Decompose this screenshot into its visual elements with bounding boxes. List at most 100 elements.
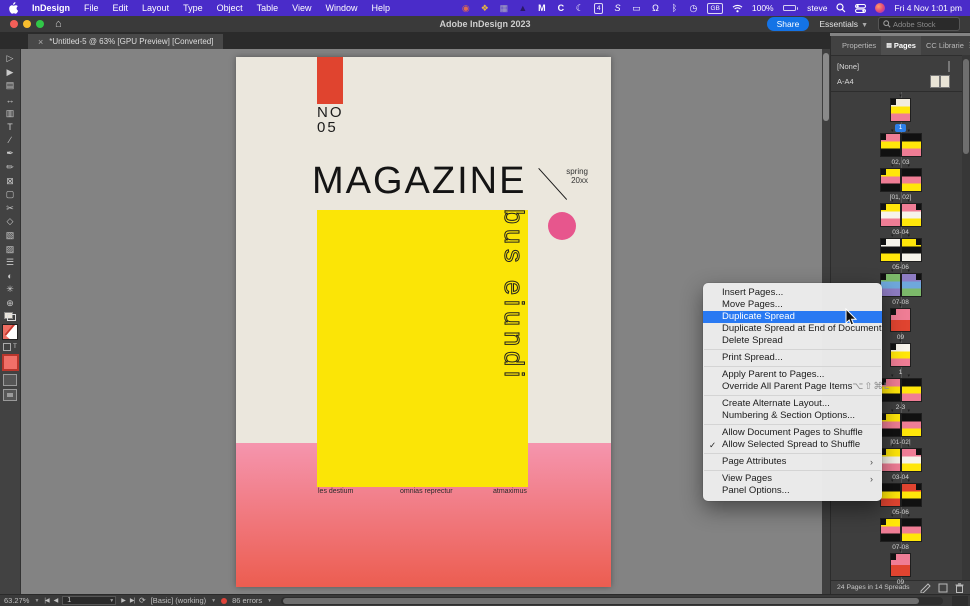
horizontal-scrollbar[interactable] [281,597,943,605]
pages-panel-spread[interactable]: ▾▾03-04 [880,199,922,234]
pages-panel-spread[interactable]: ▾09 [890,549,911,584]
scrollbar-thumb[interactable] [283,598,918,604]
parent-none-row[interactable]: [None] [837,59,964,74]
page-thumbnail-page[interactable] [880,238,901,262]
page-thumbnail-page[interactable] [890,553,911,577]
menu-item-help[interactable]: Help [365,3,398,13]
formatting-affects-row[interactable]: T [3,343,17,351]
page-thumbnail-page[interactable] [880,133,901,157]
gradient-feather-tool-icon[interactable]: ▨ [1,242,20,256]
pencil-tool-icon[interactable]: ✏ [1,161,20,175]
formatting-container-icon[interactable] [3,343,11,351]
content-collector-tool-icon[interactable]: ▥ [1,106,20,120]
page-number-input[interactable] [65,596,109,605]
page-thumbnail-page[interactable] [901,448,922,472]
tab-properties[interactable]: Properties [837,36,881,55]
free-transform-tool-icon[interactable]: ◇ [1,215,20,229]
page-tool-icon[interactable]: ▤ [1,79,20,93]
control-center-icon[interactable] [855,3,866,14]
page-thumbnail-page[interactable] [901,518,922,542]
siri-icon[interactable] [875,3,885,13]
page-thumbnail[interactable] [880,518,922,542]
footer-label[interactable]: omnias reprectur [400,488,453,495]
zoom-tool-icon[interactable]: ⊕ [1,297,20,311]
dark-app-icon[interactable]: ▲ [518,3,528,14]
workspace-switcher[interactable]: Essentials▼ [819,19,868,29]
maestral-icon[interactable]: M [537,3,547,14]
apple-logo-icon[interactable] [8,3,19,14]
footer-label[interactable]: les destium [318,488,353,495]
close-window-button[interactable] [10,20,18,28]
tab-cc-libraries[interactable]: CC Librarie [921,36,969,55]
pages-panel-spread[interactable]: ▾▾07-08 [880,269,922,304]
next-page-button[interactable]: ▶ [121,597,125,604]
frame-tool-icon[interactable]: ⊠ [1,174,20,188]
page-thumbnail[interactable] [890,98,911,122]
yellow-rect-graphic[interactable] [317,210,528,487]
home-icon[interactable]: ⌂ [55,18,62,30]
page-thumbnail-page[interactable] [880,413,901,437]
menu-item-object[interactable]: Object [210,3,250,13]
menu-item-edit[interactable]: Edit [106,3,136,13]
eyedropper-tool-icon[interactable]: ◐ [1,270,20,284]
page-thumbnail[interactable] [880,448,922,472]
page-thumbnail[interactable] [880,413,922,437]
hand-tool-icon[interactable]: ✳ [1,283,20,297]
pages-panel-spread[interactable]: ▾▾07-08 [880,514,922,549]
page-thumbnail[interactable] [880,483,922,507]
page-thumbnail-page[interactable] [901,483,922,507]
display-icon[interactable]: ▭ [631,3,641,14]
tab-pages[interactable]: ▤Pages [881,36,921,55]
page-thumbnail[interactable] [880,238,922,262]
context-menu-item-create-alternate-layout[interactable]: Create Alternate Layout... [703,398,882,410]
menu-item-window[interactable]: Window [318,3,364,13]
document-page[interactable]: NO05 MAGAZINE spring20xx bus eiundi les … [236,57,611,587]
page-thumbnail[interactable] [880,203,922,227]
selection-tool-icon[interactable]: ▷ [1,52,20,66]
page-thumbnail-page[interactable] [890,343,911,367]
masthead-text[interactable]: MAGAZINE [312,160,526,203]
bluetooth-icon[interactable]: ᛒ [669,3,679,14]
do-not-disturb-moon-icon[interactable]: ☾ [575,3,585,14]
share-button[interactable]: Share [767,17,810,31]
menu-item-type[interactable]: Type [176,3,210,13]
preflight-refresh-icon[interactable]: ⟳ [139,596,146,605]
colored-dot-app-icon[interactable]: ◉ [461,3,471,14]
view-options-icon[interactable] [3,374,17,386]
page-thumbnail[interactable] [880,273,922,297]
close-tab-icon[interactable]: × [38,37,43,47]
page-thumbnail-page[interactable] [880,483,901,507]
page-thumbnail-page[interactable] [901,378,922,402]
battery-icon[interactable] [783,5,799,11]
scissors-tool-icon[interactable]: ✂ [1,202,20,216]
gap-tool-icon[interactable]: ↔ [1,93,20,107]
pink-circle-graphic[interactable] [548,212,576,240]
menu-clock[interactable]: Fri 4 Nov 1:01 pm [894,3,962,13]
page-thumbnail[interactable] [880,133,922,157]
pages-panel-spread[interactable]: ▾▾02, 03 [880,129,922,164]
last-page-button[interactable]: ▶| [130,597,134,604]
page-thumbnail[interactable] [890,343,911,367]
fill-color-swatch[interactable] [2,324,18,340]
page-thumbnail-page[interactable] [880,273,901,297]
clock-app-icon[interactable]: ◷ [688,3,698,14]
pinwheel-app-icon[interactable]: ❖ [480,3,490,14]
keyboard-layout-badge[interactable]: GB [707,3,722,14]
context-menu-item-page-attributes[interactable]: Page Attributes› [703,456,882,468]
adobe-stock-input[interactable] [891,19,955,30]
document-tab[interactable]: × *Untitled-5 @ 63% [GPU Preview] [Conve… [28,34,223,49]
page-field-chevron-icon[interactable]: ▼ [109,598,114,604]
headphones-icon[interactable]: Ω [650,3,660,14]
preflight-chevron-icon[interactable]: ▼ [211,598,216,604]
context-menu-item-override-all-parent-page-items[interactable]: Override All Parent Page Items⌥⇧⌘L [703,381,882,393]
page-thumbnail-page[interactable] [880,168,901,192]
type-tool-icon[interactable]: T [1,120,20,134]
c-app-icon[interactable]: C [556,3,566,14]
spotlight-search-icon[interactable] [836,3,846,14]
delete-page-trash-icon[interactable] [955,583,964,593]
direct-selection-tool-icon[interactable]: ▶ [1,66,20,80]
scrollbar-thumb[interactable] [823,53,829,121]
pages-panel-spread[interactable]: ▾▾[01-02] [880,409,922,444]
parent-a4-thumbnail[interactable] [930,75,950,88]
context-menu-item-delete-spread[interactable]: Delete Spread [703,335,882,347]
